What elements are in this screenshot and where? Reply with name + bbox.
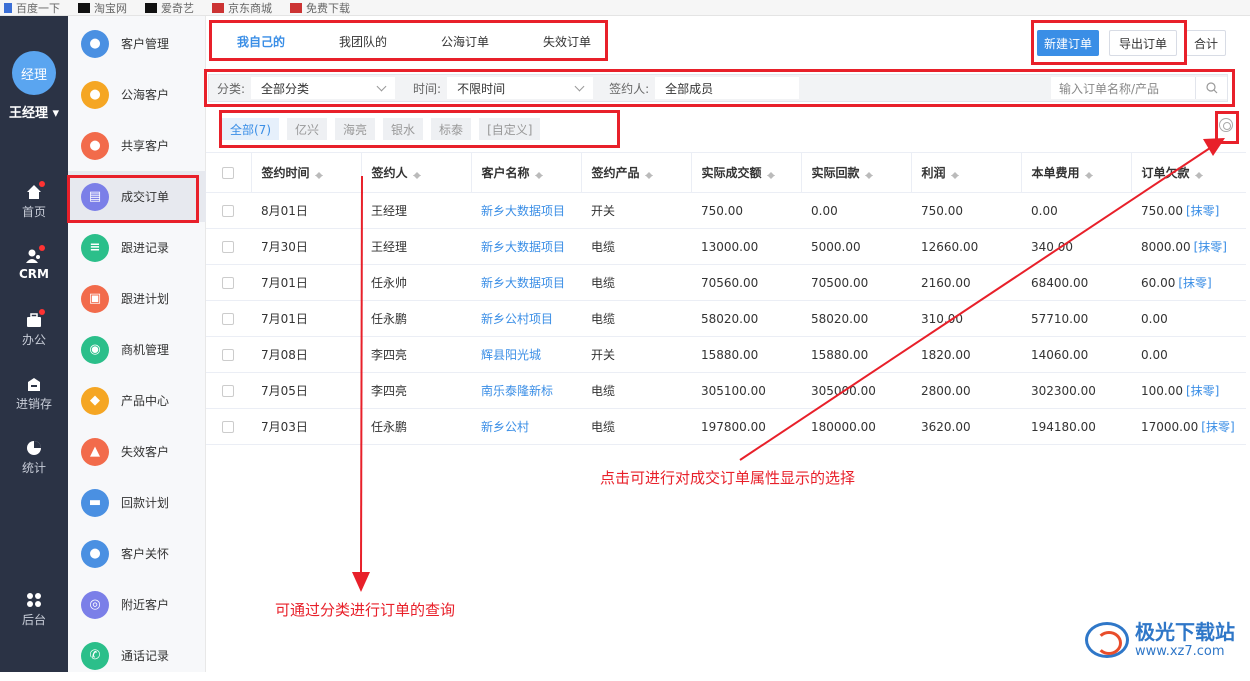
watermark-logo-icon [1085,621,1129,658]
annotation-arrows [352,138,1225,592]
annotation-settings-note: 点击可进行对成交订单属性显示的选择 [600,469,856,487]
annotation-category-note: 可通过分类进行订单的查询 [275,601,456,619]
watermark: 极光下载站 www.xz7.com [1085,620,1235,659]
